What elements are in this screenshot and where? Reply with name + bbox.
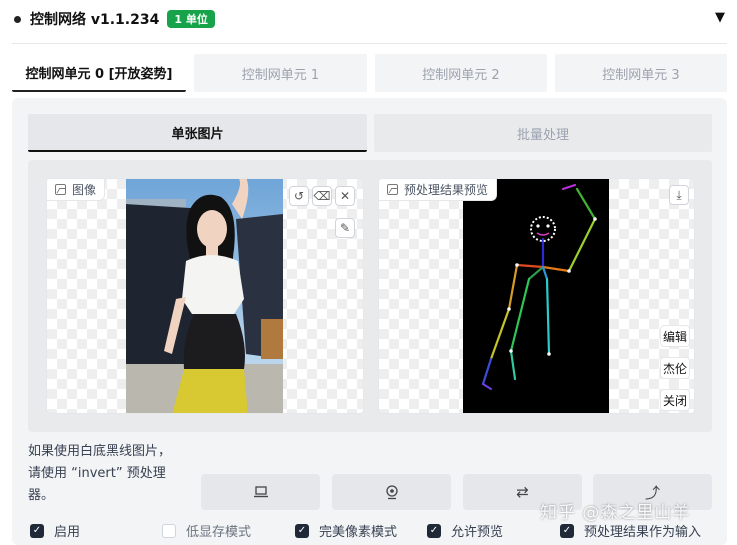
option-enable[interactable]: ✓ 启用 [30, 521, 80, 540]
eraser-icon[interactable]: ⌫ [312, 186, 332, 206]
tab-unit-0[interactable]: 控制网单元 0 [开放姿势] [12, 54, 186, 92]
close-preview-button[interactable]: 关闭 [660, 389, 690, 411]
image-area: 图像 ↺ ⌫ ✕ ✎ 预处理结果预览 ⤓ 编辑 杰伦 关闭 [28, 160, 712, 432]
option-pixel-perfect[interactable]: ✓ 完美像素模式 [295, 521, 397, 540]
invert-hint: 如果使用白底黑线图片， 请使用 “invert” 预处理 器。 [28, 444, 172, 503]
checkbox-unchecked-icon[interactable] [162, 523, 176, 538]
controlnet-header[interactable]: 控制网络 v1.1.234 1 单位 ▼ [12, 6, 727, 32]
unit-panel: 单张图片 批量处理 图像 ↺ ⌫ ✕ ✎ 预处理结果预览 ⤓ 编辑 杰伦 关闭 … [12, 98, 727, 545]
jielun-button[interactable]: 杰伦 [660, 357, 690, 379]
watermark: 知乎 @森之里山羊 [540, 503, 691, 523]
pose-skeleton-drawing [481, 183, 597, 391]
tab-batch[interactable]: 批量处理 [374, 114, 712, 152]
options-row: ✓ 启用 低显存模式 ✓ 完美像素模式 ✓ 允许预览 ✓ 预处理结果作为输入 [28, 521, 718, 540]
option-preprocess-as-input[interactable]: ✓ 预处理结果作为输入 [560, 521, 701, 540]
input-image-label: 图像 [47, 179, 106, 201]
triangle-down-icon[interactable]: ▼ [715, 10, 725, 25]
tab-unit-1[interactable]: 控制网单元 1 [194, 54, 367, 92]
undo-icon[interactable]: ↺ [289, 186, 309, 206]
close-icon[interactable]: ✕ [335, 186, 355, 206]
camera-icon[interactable] [332, 474, 451, 510]
photo-illustration [126, 179, 283, 413]
bullet-icon [14, 15, 21, 23]
edit-button[interactable]: 编辑 [660, 325, 690, 347]
brush-icon[interactable]: ✎ [335, 218, 355, 238]
option-allow-preview[interactable]: ✓ 允许预览 [427, 521, 503, 540]
unit-tabs: 控制网单元 0 [开放姿势] 控制网单元 1 控制网单元 2 控制网单元 3 [12, 54, 727, 92]
option-low-vram[interactable]: 低显存模式 [162, 521, 251, 540]
controlnet-title: 控制网络 v1.1.234 [30, 12, 160, 28]
laptop-icon[interactable] [201, 474, 320, 510]
preview-image-box: 预处理结果预览 ⤓ 编辑 杰伦 关闭 [378, 178, 695, 414]
checkbox-checked-icon[interactable]: ✓ [295, 523, 309, 538]
unit-count-badge: 1 单位 [167, 10, 215, 28]
preview-image-label: 预处理结果预览 [379, 179, 498, 201]
input-image-box[interactable]: 图像 ↺ ⌫ ✕ ✎ [46, 178, 364, 414]
tab-unit-3[interactable]: 控制网单元 3 [555, 54, 727, 92]
image-icon [55, 184, 66, 195]
image-icon [387, 184, 398, 195]
header-divider [12, 43, 727, 44]
download-icon[interactable]: ⤓ [669, 185, 689, 205]
checkbox-checked-icon[interactable]: ✓ [30, 523, 44, 538]
input-photo [126, 179, 283, 413]
pose-skeleton [463, 179, 609, 413]
tab-single-image[interactable]: 单张图片 [28, 114, 367, 152]
checkbox-checked-icon[interactable]: ✓ [560, 523, 574, 538]
tab-unit-2[interactable]: 控制网单元 2 [375, 54, 547, 92]
checkbox-checked-icon[interactable]: ✓ [427, 523, 441, 538]
